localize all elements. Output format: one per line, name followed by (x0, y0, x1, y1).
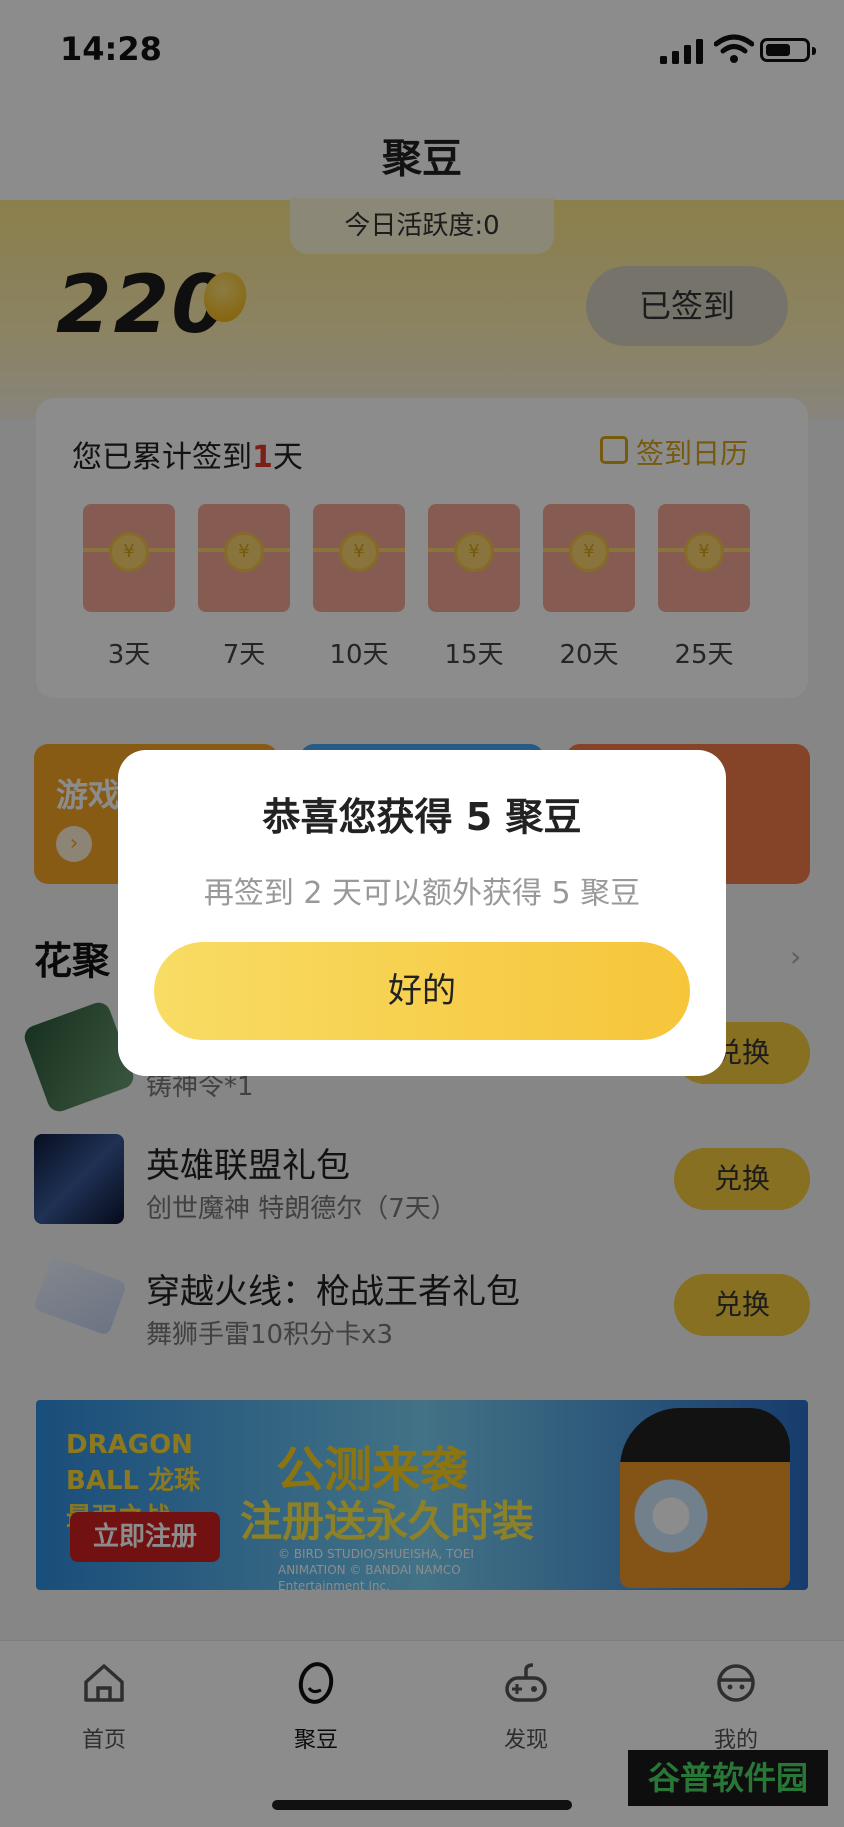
dialog-message: 再签到 2 天可以额外获得 5 聚豆 (203, 876, 641, 911)
home-indicator[interactable] (272, 1800, 572, 1810)
ok-button[interactable]: 好的 (154, 942, 690, 1040)
dialog-title: 恭喜您获得 5 聚豆 (262, 795, 582, 839)
